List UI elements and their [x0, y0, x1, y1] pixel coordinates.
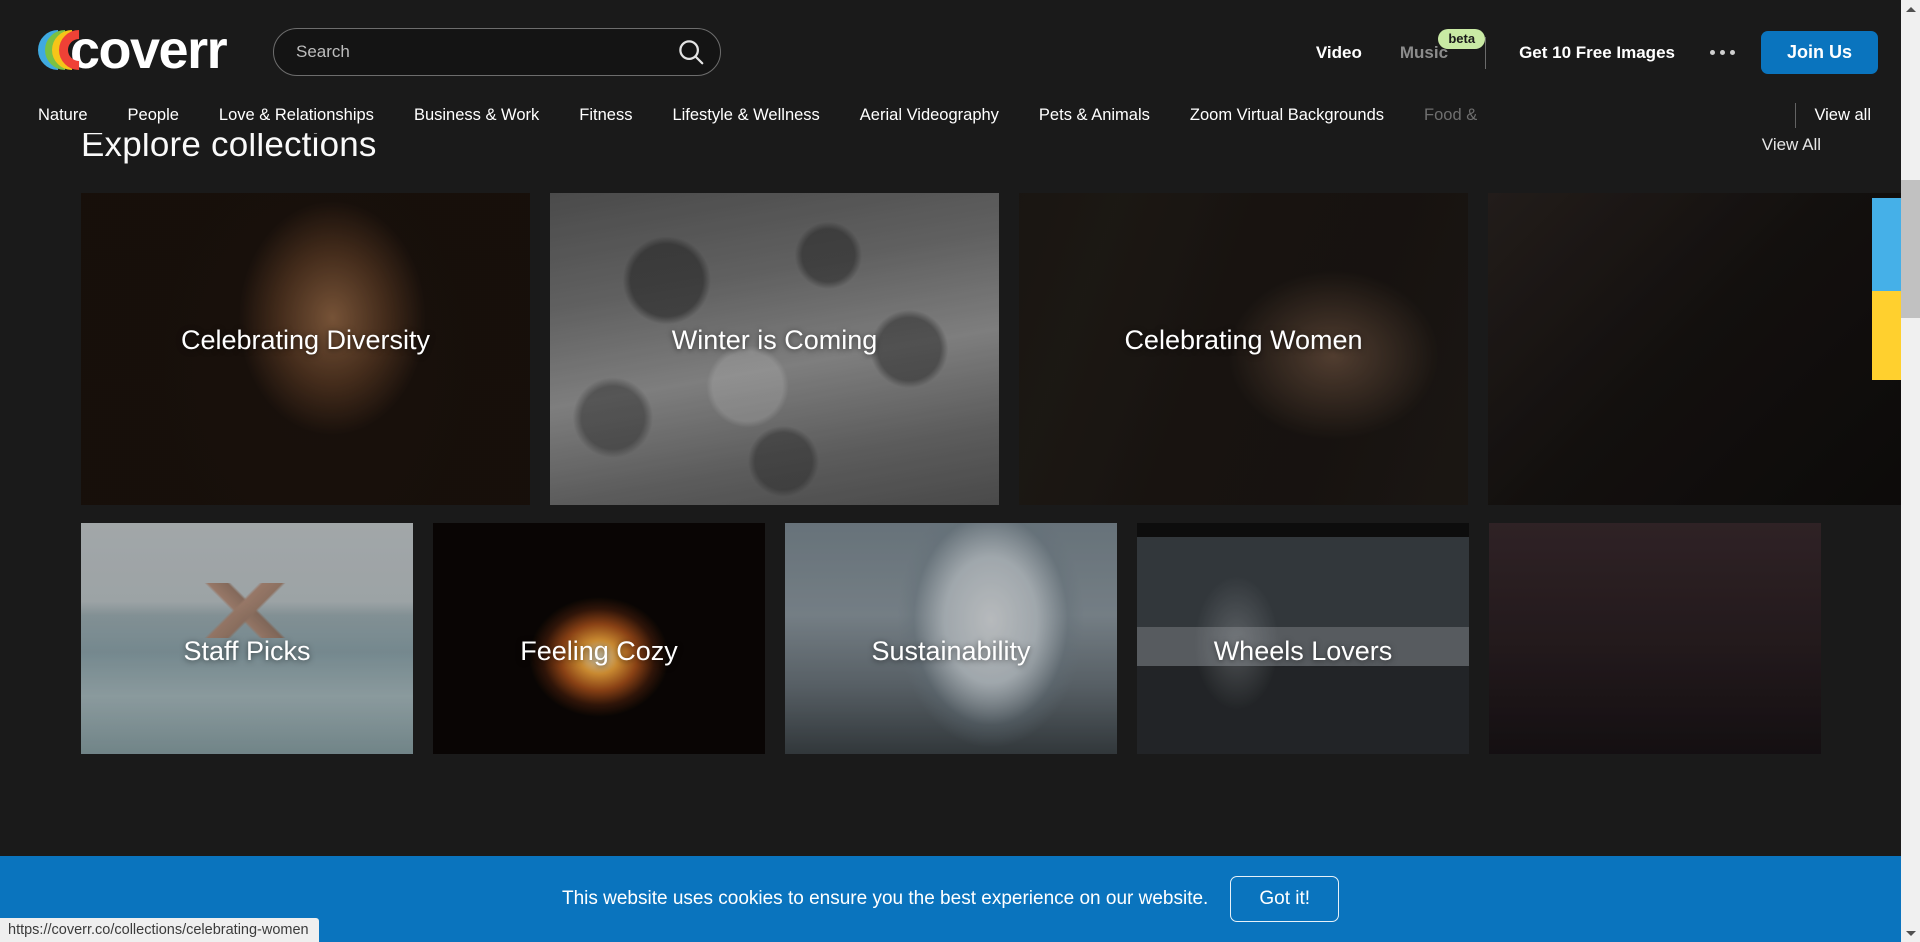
category-love[interactable]: Love & Relationships [199, 97, 394, 133]
category-lifestyle[interactable]: Lifestyle & Wellness [652, 97, 839, 133]
scroll-up-arrow-icon[interactable] [1901, 0, 1920, 18]
cookie-message: This website uses cookies to ensure you … [561, 888, 1209, 909]
scrollbar-thumb[interactable] [1901, 180, 1920, 318]
beta-badge: beta [1438, 28, 1486, 50]
nav-link-video[interactable]: Video [1297, 43, 1381, 63]
header-nav: Video Music beta Get 10 Free Images Join… [1297, 28, 1878, 77]
collection-title: Winter is Coming [671, 325, 878, 355]
thumbnail-overlay [1488, 193, 1901, 505]
page-viewport: Explore collections View All Celebrating… [0, 0, 1901, 942]
collection-title: Celebrating Diversity [180, 325, 431, 355]
vertical-scrollbar[interactable] [1901, 0, 1920, 942]
thumbnail-overlay [1489, 523, 1821, 754]
category-divider [1795, 102, 1797, 128]
category-food[interactable]: Food & [1404, 97, 1497, 133]
category-fitness[interactable]: Fitness [559, 97, 652, 133]
collection-title: Sustainability [871, 636, 1031, 666]
nav-link-free-images[interactable]: Get 10 Free Images [1500, 43, 1694, 63]
collection-card[interactable] [1489, 523, 1821, 754]
coverr-logo[interactable]: coverr [29, 21, 228, 79]
category-nav-bar: Nature People Love & Relationships Busin… [0, 97, 1901, 133]
nav-link-music-wrapper: Music beta [1381, 28, 1486, 63]
section-view-all-link[interactable]: View All [1762, 135, 1821, 155]
site-header: coverr Video Music beta Get 10 Free Imag… [0, 0, 1901, 97]
page-edge-color-strip [1872, 0, 1901, 942]
collection-card[interactable]: Winter is Coming [550, 193, 999, 505]
collection-title: Wheels Lovers [1213, 636, 1393, 666]
browser-window: Explore collections View All Celebrating… [0, 0, 1920, 942]
scroll-down-arrow-icon[interactable] [1901, 924, 1920, 942]
collection-title: Staff Picks [183, 636, 311, 666]
collection-card[interactable]: Celebrating Diversity [81, 193, 530, 505]
search-icon[interactable] [676, 37, 706, 67]
collection-card[interactable] [1488, 193, 1901, 505]
collection-title: Celebrating Women [1124, 325, 1363, 355]
category-people[interactable]: People [108, 97, 199, 133]
search-bar[interactable] [273, 28, 721, 76]
collection-card[interactable]: Sustainability [785, 523, 1117, 754]
search-input[interactable] [296, 42, 676, 62]
collection-card[interactable]: Feeling Cozy [433, 523, 765, 754]
header-divider [1485, 36, 1487, 69]
category-pets[interactable]: Pets & Animals [1019, 97, 1170, 133]
status-bar-url: https://coverr.co/collections/celebratin… [8, 922, 309, 938]
rainbow-arcs-icon [29, 21, 108, 79]
category-list[interactable]: Nature People Love & Relationships Busin… [0, 97, 1787, 133]
collection-card[interactable]: Celebrating Women [1019, 193, 1468, 505]
color-strip-segment-1 [1872, 291, 1901, 380]
cookie-accept-button[interactable]: Got it! [1230, 876, 1340, 922]
category-aerial[interactable]: Aerial Videography [840, 97, 1019, 133]
link-status-bar: https://coverr.co/collections/celebratin… [0, 918, 319, 942]
category-business[interactable]: Business & Work [394, 97, 559, 133]
color-strip-segment-0 [1872, 198, 1901, 291]
collection-card[interactable]: Staff Picks [81, 523, 413, 754]
ellipsis-icon[interactable] [1694, 38, 1751, 68]
category-nature[interactable]: Nature [38, 97, 108, 133]
collection-title: Feeling Cozy [520, 636, 678, 666]
category-zoom-bg[interactable]: Zoom Virtual Backgrounds [1170, 97, 1404, 133]
collection-card[interactable]: Wheels Lovers [1137, 523, 1469, 754]
join-us-button[interactable]: Join Us [1760, 31, 1878, 74]
